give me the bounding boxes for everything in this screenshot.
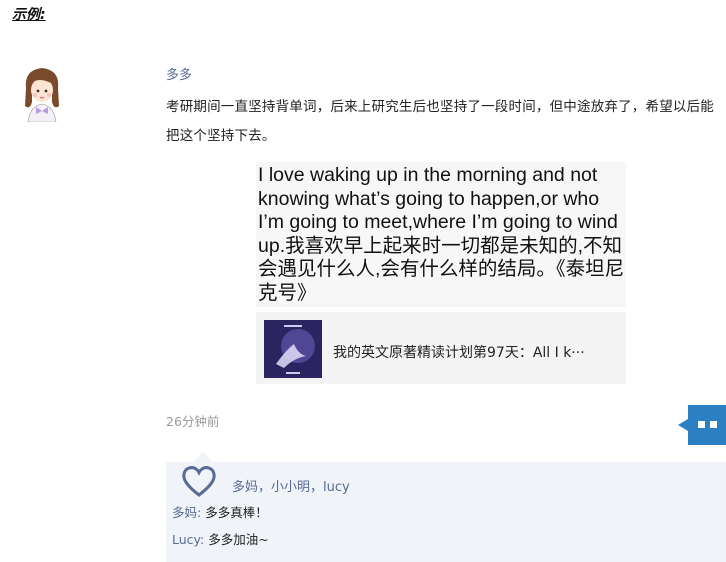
heart-outline-icon [182, 466, 216, 497]
link-thumbnail [264, 320, 322, 378]
comment-separator: : [200, 532, 209, 547]
link-title: 我的英文原著精读计划第97天：All I k··· [333, 345, 585, 361]
interaction-arrow [193, 452, 213, 462]
comment-text: 多多加油~ [208, 532, 269, 547]
more-dots-icon[interactable] [676, 405, 726, 445]
example-label: 示例: [12, 7, 46, 23]
comment-item[interactable]: Lucy: 多多加油~ [172, 529, 269, 548]
avatar[interactable] [18, 62, 66, 122]
comment-item[interactable]: 多妈: 多多真棒！ [172, 502, 268, 521]
likers-list[interactable]: 多妈，小小明，lucy [232, 476, 350, 495]
post-author[interactable]: 多多 [166, 64, 192, 83]
shared-link-card[interactable]: 我的英文原著精读计划第97天：All I k··· [256, 312, 626, 384]
comment-author[interactable]: 多妈 [172, 505, 197, 520]
comment-separator: : [197, 505, 206, 520]
quote-text: I love waking up in the morning and not … [258, 164, 625, 304]
comment-author[interactable]: Lucy [172, 532, 200, 547]
comment-text: 多多真棒！ [205, 505, 268, 520]
post-time: 26分钟前 [166, 414, 220, 429]
post-text: 考研期间一直坚持背单词，后来上研究生后也坚持了一段时间，但中途放弃了，希望以后能… [166, 99, 714, 144]
quote-image[interactable]: I love waking up in the morning and not … [256, 162, 626, 307]
